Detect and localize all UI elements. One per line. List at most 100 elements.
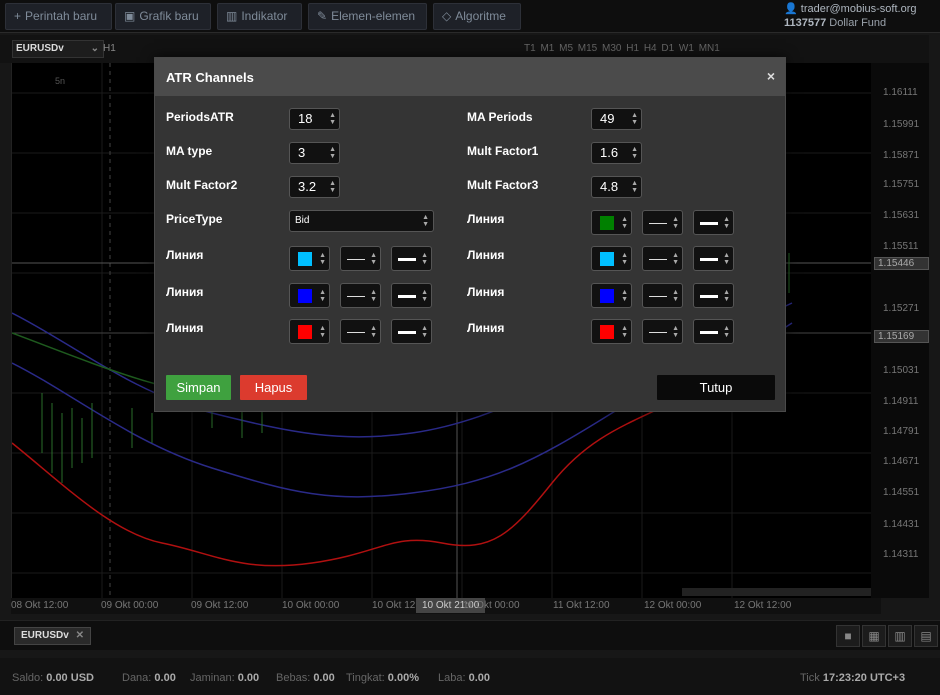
price-type-select[interactable]: Bid ▲ ▼ — [289, 210, 434, 232]
time-tick-label: 12 Okt 12:00 — [734, 600, 792, 611]
thin-line-icon — [649, 332, 667, 333]
thin-line-icon — [347, 296, 365, 297]
picker-arrows-icon: ▲ ▼ — [621, 289, 628, 303]
jaminan-label: Jaminan: — [190, 672, 235, 684]
line-width-select[interactable]: ▲ ▼ — [693, 246, 734, 271]
price-axis: 1.16111 1.15991 1.15871 1.15751 1.15631 1.155… — [871, 63, 929, 598]
symbol-value: EURUSDv — [16, 43, 64, 54]
laba-label: Laba: — [438, 672, 466, 684]
clock-time: 17:23:20 — [822, 672, 867, 684]
price-tick-label: 1.14791 — [883, 426, 920, 437]
mult-factor2-stepper[interactable]: 3.2 ▲ ▼ — [289, 176, 340, 198]
plus-icon: + — [14, 9, 22, 23]
grid-layout-icon[interactable]: ▦ — [862, 625, 886, 647]
save-button[interactable]: Simpan — [166, 375, 231, 400]
tingkat-label: Tingkat: — [346, 672, 385, 684]
timeframe-label: H1 — [103, 43, 116, 54]
close-button[interactable]: Tutup — [657, 375, 775, 400]
line-label: Линия — [467, 321, 505, 335]
account-info[interactable]: 👤 trader@mobius-soft.org 1137577 Dollar … — [784, 2, 934, 30]
indicator-label: Indikator — [241, 9, 288, 23]
status-laba: Laba: 0.00 — [438, 672, 490, 684]
line-style-select[interactable]: ▲ ▼ — [642, 319, 683, 344]
line-style-select[interactable]: ▲ ▼ — [340, 319, 381, 344]
time-tick-label: 10 Okt 00:00 — [282, 600, 340, 611]
line-color-picker[interactable]: ▲ ▼ — [591, 246, 632, 271]
line-width-select[interactable]: ▲ ▼ — [391, 283, 432, 308]
price-type-label: PriceType — [166, 212, 223, 226]
mult-factor2-value: 3.2 — [298, 179, 317, 194]
dialog-title: ATR Channels — [166, 70, 254, 85]
line-width-select[interactable]: ▲ ▼ — [391, 319, 432, 344]
select-arrows-icon: ▲ ▼ — [723, 216, 730, 230]
algorithm-button[interactable]: ◇ Algoritme — [433, 3, 521, 30]
timeframe-list[interactable]: T1 M1 M5 M15 M30 H1 H4 D1 W1 MN1 — [524, 43, 720, 54]
thick-line-icon — [398, 258, 416, 261]
time-tick-label: 11 Okt 12:00 — [553, 600, 610, 611]
close-icon[interactable]: × — [767, 68, 775, 84]
periods-atr-stepper[interactable]: 18 ▲ ▼ — [289, 108, 340, 130]
chart-tab[interactable]: EURUSDv ✕ — [14, 627, 91, 645]
split-layout-icon[interactable]: ▥ — [888, 625, 912, 647]
select-arrows-icon: ▲ ▼ — [672, 216, 679, 230]
picker-arrows-icon: ▲ ▼ — [621, 216, 628, 230]
line-width-select[interactable]: ▲ ▼ — [391, 246, 432, 271]
line-style-select[interactable]: ▲ ▼ — [642, 283, 683, 308]
line-style-select[interactable]: ▲ ▼ — [642, 210, 683, 235]
dana-value: 0.00 — [154, 672, 176, 684]
stepper-arrows-icon[interactable]: ▲ ▼ — [631, 180, 638, 194]
indicator-button[interactable]: ▥ Indikator — [217, 3, 302, 30]
mult-factor2-label: Mult Factor2 — [166, 178, 238, 192]
tile-layout-icon[interactable]: ▤ — [914, 625, 938, 647]
thin-line-icon — [649, 296, 667, 297]
new-chart-button[interactable]: ▣ Grafik baru — [115, 3, 211, 30]
stepper-arrows-icon[interactable]: ▲ ▼ — [631, 112, 638, 126]
line-width-select[interactable]: ▲ ▼ — [693, 283, 734, 308]
thick-line-icon — [398, 331, 416, 334]
indicator-settings-dialog: ATR Channels × PeriodsATR 18 ▲ ▼ MA type 3… — [154, 57, 786, 412]
line-color-picker[interactable]: ▲ ▼ — [289, 319, 330, 344]
thick-line-icon — [700, 258, 718, 261]
mult-factor3-stepper[interactable]: 4.8 ▲ ▼ — [591, 176, 642, 198]
line-color-picker[interactable]: ▲ ▼ — [591, 283, 632, 308]
stepper-arrows-icon[interactable]: ▲ ▼ — [329, 180, 336, 194]
line-label: Линия — [467, 285, 505, 299]
chart-window-icon: ▣ — [124, 9, 136, 23]
time-axis: 08 Okt 12:00 09 Okt 00:00 09 Okt 12:00 10 O… — [11, 598, 881, 614]
delete-button[interactable]: Hapus — [240, 375, 307, 400]
ma-type-stepper[interactable]: 3 ▲ ▼ — [289, 142, 340, 164]
mult-factor1-stepper[interactable]: 1.6 ▲ ▼ — [591, 142, 642, 164]
account-user: trader@mobius-soft.org — [800, 3, 917, 15]
symbol-select[interactable]: EURUSDv ⌄ — [12, 40, 104, 58]
line-width-select[interactable]: ▲ ▼ — [693, 319, 734, 344]
line-style-select[interactable]: ▲ ▼ — [340, 246, 381, 271]
line-color-picker[interactable]: ▲ ▼ — [591, 319, 632, 344]
line-style-select[interactable]: ▲ ▼ — [642, 246, 683, 271]
dana-label: Dana: — [122, 672, 152, 684]
line-color-picker[interactable]: ▲ ▼ — [591, 210, 632, 235]
single-layout-icon[interactable]: ■ — [836, 625, 860, 647]
thick-line-icon — [700, 222, 718, 225]
price-tick-label: 1.14911 — [883, 396, 919, 407]
stepper-arrows-icon[interactable]: ▲ ▼ — [329, 146, 336, 160]
select-arrows-icon: ▲ ▼ — [723, 325, 730, 339]
picker-arrows-icon: ▲ ▼ — [319, 289, 326, 303]
top-toolbar: + Perintah baru ▣ Grafik baru ▥ Indikator ✎… — [0, 0, 940, 33]
line-width-select[interactable]: ▲ ▼ — [693, 210, 734, 235]
account-fund: Dollar Fund — [829, 17, 887, 29]
stepper-arrows-icon[interactable]: ▲ ▼ — [631, 146, 638, 160]
line-color-picker[interactable]: ▲ ▼ — [289, 283, 330, 308]
ma-type-label: MA type — [166, 144, 213, 158]
tingkat-value: 0.00% — [387, 672, 419, 684]
price-tick-label: 1.15511 — [883, 241, 919, 252]
new-order-button[interactable]: + Perintah baru — [5, 3, 112, 30]
timezone[interactable]: UTC+3 — [870, 672, 905, 684]
elements-button[interactable]: ✎ Elemen-elemen — [308, 3, 427, 30]
select-arrows-icon: ▲ ▼ — [421, 289, 428, 303]
close-icon[interactable]: ✕ — [76, 630, 84, 641]
price-tick-label: 1.15169 — [874, 330, 929, 343]
stepper-arrows-icon[interactable]: ▲ ▼ — [329, 112, 336, 126]
ma-periods-stepper[interactable]: 49 ▲ ▼ — [591, 108, 642, 130]
line-style-select[interactable]: ▲ ▼ — [340, 283, 381, 308]
line-color-picker[interactable]: ▲ ▼ — [289, 246, 330, 271]
